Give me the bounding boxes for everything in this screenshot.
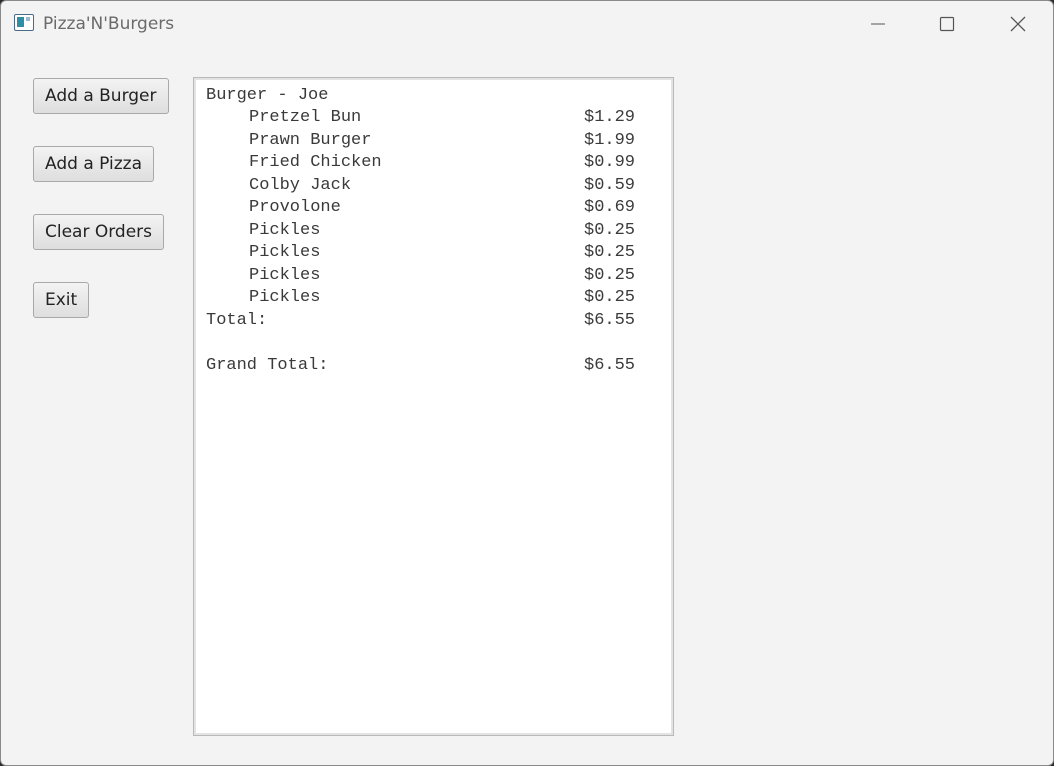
exit-button[interactable]: Exit (33, 282, 90, 318)
receipt-item-price: $0.25 (584, 221, 636, 240)
receipt-item-price: $0.25 (584, 266, 636, 285)
receipt-item-price: $1.99 (584, 131, 636, 150)
receipt-item-price: $0.59 (584, 176, 636, 195)
grand-total-value: $6.55 (584, 356, 636, 375)
order-header: Burger - Joe (206, 86, 329, 105)
receipt-item-name: Pickles (249, 288, 321, 307)
close-button[interactable] (985, 1, 1051, 47)
maximize-icon (939, 16, 955, 32)
minimize-icon (871, 23, 885, 25)
receipt-item-name: Pickles (249, 266, 321, 285)
receipt-item-name: Fried Chicken (249, 153, 382, 172)
receipt-item-name: Pickles (249, 221, 321, 240)
grand-total-label: Grand Total: (206, 356, 329, 375)
maximize-button[interactable] (914, 1, 980, 47)
app-window: Pizza'N'Burgers Add a Burger Add a Pizza… (0, 0, 1054, 766)
receipt-item-name: Pickles (249, 243, 321, 262)
receipt-item-price: $0.25 (584, 288, 636, 307)
receipt-item-name: Prawn Burger (249, 131, 372, 150)
add-pizza-button[interactable]: Add a Pizza (33, 146, 155, 182)
clear-orders-button[interactable]: Clear Orders (33, 214, 165, 250)
receipt-item-name: Pretzel Bun (249, 108, 362, 127)
order-receipt-textarea[interactable]: Burger - Joe Pretzel Bun $1.29 Prawn Bur… (193, 77, 674, 736)
receipt-item-name: Colby Jack (249, 176, 352, 195)
app-window-icon (14, 14, 34, 31)
title-bar[interactable]: Pizza'N'Burgers (1, 1, 1053, 47)
add-burger-button[interactable]: Add a Burger (33, 78, 169, 114)
window-title: Pizza'N'Burgers (43, 14, 175, 34)
receipt-item-price: $0.69 (584, 198, 636, 217)
total-label: Total: (206, 311, 268, 330)
receipt-item-name: Provolone (249, 198, 341, 217)
close-icon (1010, 16, 1026, 32)
minimize-button[interactable] (845, 1, 911, 47)
total-value: $6.55 (584, 311, 636, 330)
receipt-item-price: $0.25 (584, 243, 636, 262)
receipt-item-price: $1.29 (584, 108, 636, 127)
receipt-item-price: $0.99 (584, 153, 636, 172)
